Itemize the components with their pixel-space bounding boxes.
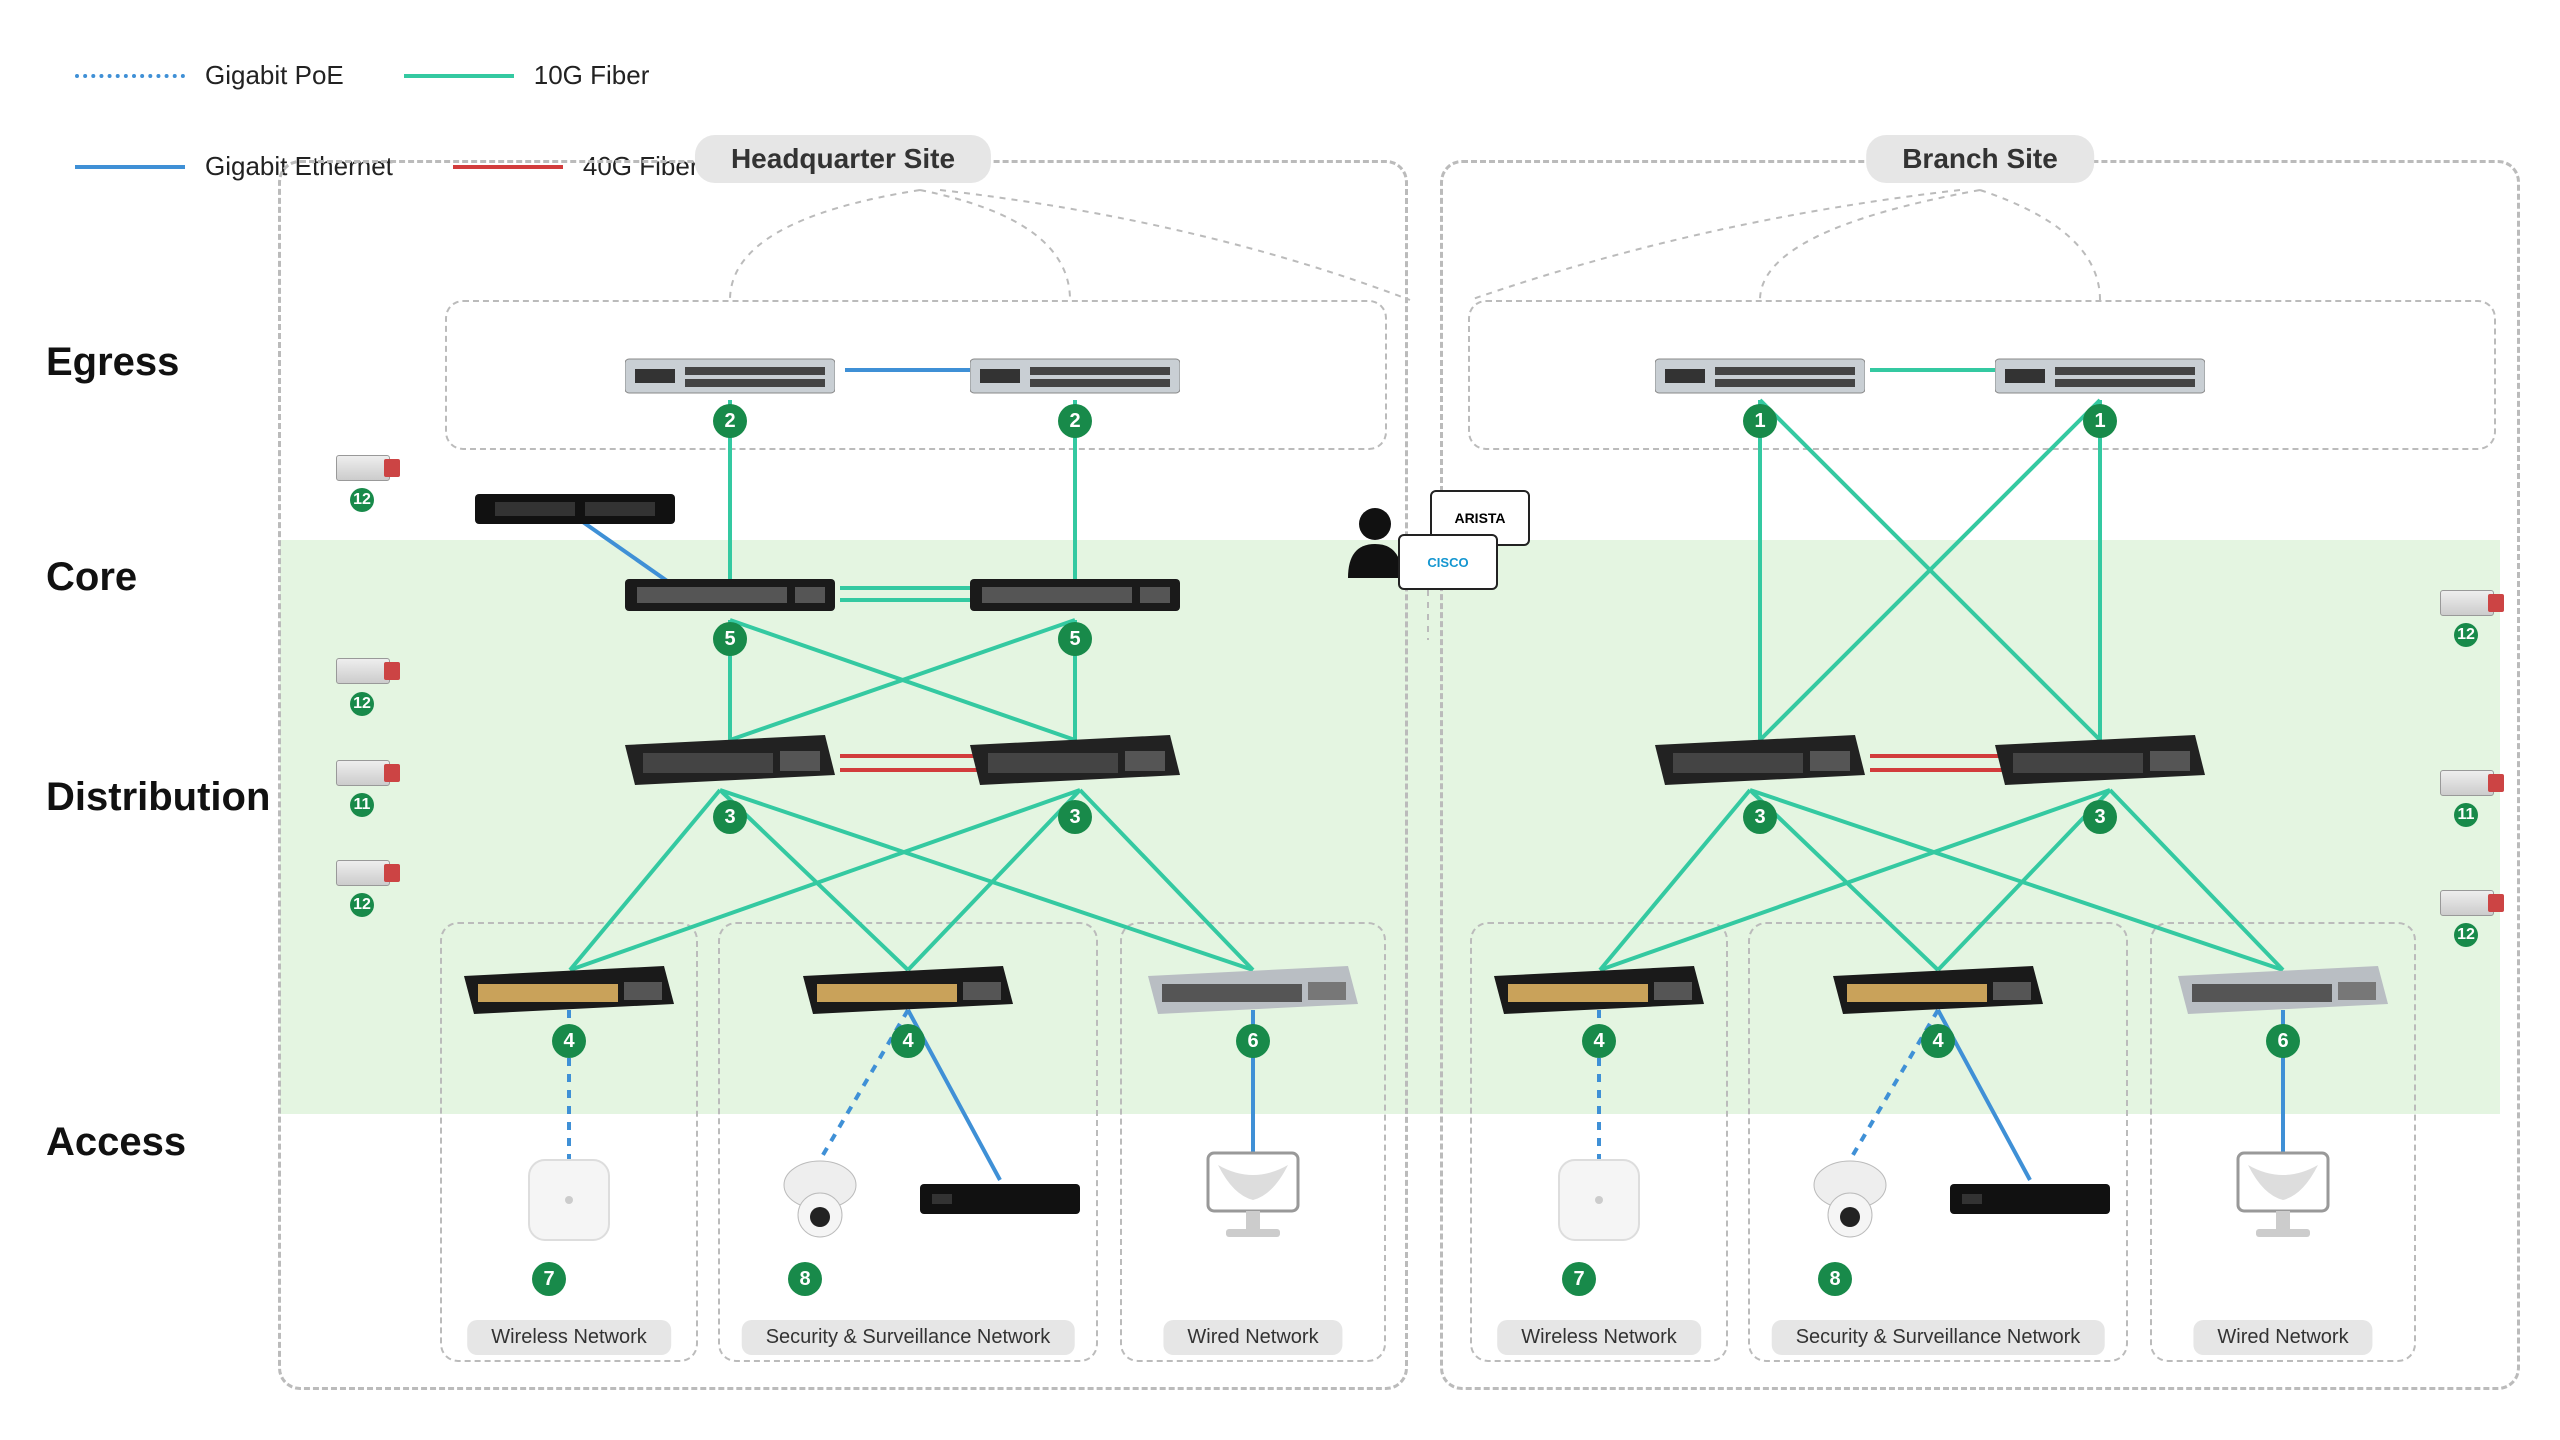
wireless-ap-icon [524,1155,614,1245]
nvr-icon [1950,1176,2110,1224]
dist-switch-icon [970,731,1180,793]
module-badge: 11 [350,793,374,817]
sublabel-wireless: Wireless Network [467,1320,671,1355]
device-badge: 6 [1236,1024,1270,1058]
device-badge: 2 [713,404,747,438]
branch-egress-frame [1468,300,2496,450]
sublabel-security: Security & Surveillance Network [742,1320,1075,1355]
device-badge: 1 [2083,404,2117,438]
access-switch-icon [2178,964,2388,1016]
nvr-icon [920,1176,1080,1224]
access-switch-icon [1494,964,1704,1016]
module-badge: 12 [2454,623,2478,647]
module-badge: 11 [2454,803,2478,827]
device-badge: 4 [1921,1024,1955,1058]
egress-router-icon [970,351,1180,399]
layer-egress-label: Egress [46,340,179,385]
dist-switch-icon [1995,731,2205,793]
camera-icon [1810,1155,1890,1245]
access-switch-icon [1833,964,2043,1016]
sublabel-wired: Wired Network [1163,1320,1342,1355]
sfp-module-icon [336,860,390,886]
legend-label: Gigabit PoE [205,60,344,91]
core-switch-icon [625,573,835,617]
device-badge: 3 [1743,800,1777,834]
qsfp-module-icon [336,760,390,786]
legend-item: 10G Fiber [404,60,650,91]
device-badge: 1 [1743,404,1777,438]
device-badge: 2 [1058,404,1092,438]
hq-egress-frame [445,300,1387,450]
firewall-icon [475,490,675,530]
qsfp-module-icon [2440,770,2494,796]
sublabel-wired: Wired Network [2193,1320,2372,1355]
device-badge: 5 [1058,622,1092,656]
sfp-module-icon [2440,590,2494,616]
workstation-icon [1198,1145,1308,1245]
device-badge: 4 [1582,1024,1616,1058]
cisco-monitor-icon: CISCO [1398,534,1498,590]
access-switch-icon [1148,964,1358,1016]
sfp-module-icon [336,455,390,481]
hq-site-label: Headquarter Site [695,135,991,183]
device-badge: 6 [2266,1024,2300,1058]
egress-router-icon [1655,351,1865,399]
egress-router-icon [1995,351,2205,399]
device-badge: 3 [1058,800,1092,834]
layer-core-label: Core [46,555,137,600]
device-badge: 7 [1562,1262,1596,1296]
workstation-icon [2228,1145,2338,1245]
device-badge: 8 [1818,1262,1852,1296]
device-badge: 4 [891,1024,925,1058]
module-badge: 12 [350,893,374,917]
device-badge: 7 [532,1262,566,1296]
legend-label: 10G Fiber [534,60,650,91]
sublabel-security: Security & Surveillance Network [1772,1320,2105,1355]
device-badge: 3 [2083,800,2117,834]
legend-item: Gigabit PoE [75,60,344,91]
module-badge: 12 [350,692,374,716]
device-badge: 5 [713,622,747,656]
sfp-module-icon [336,658,390,684]
layer-distribution-label: Distribution [46,775,270,820]
access-switch-icon [803,964,1013,1016]
wireless-ap-icon [1554,1155,1644,1245]
branch-site-label: Branch Site [1866,135,2094,183]
device-badge: 4 [552,1024,586,1058]
dist-switch-icon [1655,731,1865,793]
egress-router-icon [625,351,835,399]
module-badge: 12 [2454,923,2478,947]
sfp-module-icon [2440,890,2494,916]
device-badge: 8 [788,1262,822,1296]
camera-icon [780,1155,860,1245]
sublabel-wireless: Wireless Network [1497,1320,1701,1355]
module-badge: 12 [350,488,374,512]
layer-access-label: Access [46,1120,186,1165]
access-switch-icon [464,964,674,1016]
dist-switch-icon [625,731,835,793]
core-switch-icon [970,573,1180,617]
device-badge: 3 [713,800,747,834]
